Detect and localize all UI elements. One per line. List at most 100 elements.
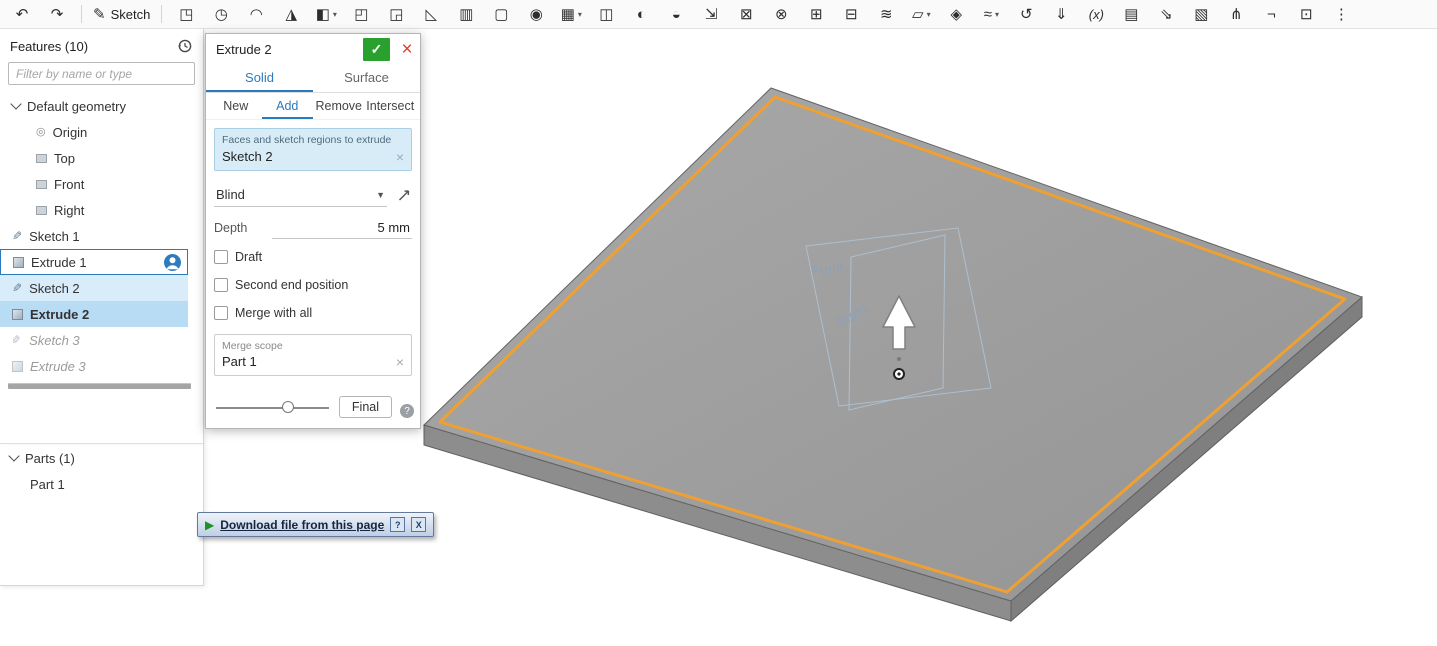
extrude-icon[interactable]: ◳ (170, 2, 202, 26)
banner-close-button[interactable]: X (411, 517, 427, 532)
linear-pattern-icon[interactable]: ▦ ▾ (555, 2, 587, 26)
dropdown-caret-icon[interactable]: ▾ (927, 10, 931, 19)
more-tools-icon[interactable]: ⋮ (1325, 2, 1357, 26)
dialog-titlebar[interactable]: Extrude 2 ✓ × (206, 34, 420, 64)
merge-scope-field[interactable]: Merge scope Part 1 × (214, 334, 412, 376)
slider-knob[interactable] (281, 401, 294, 413)
delete-part-icon: ⊠ (740, 5, 753, 23)
second-end-option[interactable]: Second end position (214, 275, 412, 295)
help-icon[interactable]: ? (400, 404, 414, 418)
variables-icon[interactable]: (x) (1080, 2, 1112, 26)
thicken-icon[interactable]: ◧ ▾ (310, 2, 342, 26)
tree-item-default-geometry[interactable]: Default geometry (0, 93, 188, 119)
mode-new[interactable]: New (210, 93, 262, 119)
depth-input[interactable]: 5 mm (272, 217, 412, 239)
draft-option[interactable]: Draft (214, 247, 412, 267)
undo-icon[interactable]: ↶ (6, 2, 38, 26)
revolve-icon[interactable]: ◷ (205, 2, 237, 26)
custom-feature-icon[interactable]: ⊡ (1290, 2, 1322, 26)
import-icon: ⇓ (1055, 5, 1068, 23)
sketch-button[interactable]: ✎ Sketch (90, 2, 153, 26)
mode-intersect[interactable]: Intersect (365, 93, 417, 119)
move-face-icon[interactable]: ⊞ (800, 2, 832, 26)
end-condition-dropdown[interactable]: Blind ▼ (214, 183, 387, 207)
tree-item-top-plane[interactable]: Top (0, 145, 188, 171)
dropdown-caret-icon[interactable]: ▾ (333, 10, 337, 19)
draft-checkbox[interactable] (214, 250, 228, 264)
curve-icon[interactable]: ≈ ▾ (975, 2, 1007, 26)
table-icon[interactable]: ▧ (1185, 2, 1217, 26)
dropdown-caret-icon[interactable]: ▾ (578, 10, 582, 19)
split-icon[interactable]: ◒ (660, 2, 692, 26)
faces-selection-field[interactable]: Faces and sketch regions to extrude Sket… (214, 128, 412, 171)
preview-slider[interactable] (214, 400, 331, 414)
second-end-checkbox[interactable] (214, 278, 228, 292)
download-banner[interactable]: ▶ Download file from this page ? X (197, 512, 435, 537)
offset-surface-icon[interactable]: ≋ (870, 2, 902, 26)
shell-icon: ▢ (494, 5, 509, 23)
tree-item-extrude-1[interactable]: Extrude 1 (0, 249, 188, 275)
merge-with-all-checkbox[interactable] (214, 306, 228, 320)
plane-icon: ▱ (912, 5, 924, 23)
chevron-down-icon[interactable] (8, 450, 20, 462)
mirror-icon[interactable]: ◫ (590, 2, 622, 26)
frame-icon[interactable]: ¬ (1255, 2, 1287, 26)
fillet-icon[interactable]: ◰ (345, 2, 377, 26)
filter-input[interactable] (8, 62, 195, 85)
features-panel: Features (10) Default geometry ◎ Origin … (0, 28, 204, 586)
flip-direction-icon[interactable] (396, 187, 412, 203)
flatten-icon[interactable]: ⇘ (1150, 2, 1182, 26)
slider-track[interactable] (216, 407, 329, 409)
merge-with-all-option[interactable]: Merge with all (214, 303, 412, 323)
remove-scope-icon[interactable]: × (396, 355, 404, 369)
mode-add[interactable]: Add (261, 93, 313, 119)
tree-item-sketch-1[interactable]: ✎ Sketch 1 (0, 223, 188, 249)
dropdown-caret-icon[interactable]: ▾ (995, 10, 999, 19)
tab-surface[interactable]: Surface (313, 64, 420, 92)
delete-part-icon[interactable]: ⊠ (730, 2, 762, 26)
plane-icon[interactable]: ▱ ▾ (905, 2, 937, 26)
loft-icon[interactable]: ◮ (275, 2, 307, 26)
rib-icon[interactable]: ▥ (450, 2, 482, 26)
tree-item-sketch-3[interactable]: ✎ Sketch 3 (0, 327, 188, 353)
manipulator-dot[interactable] (897, 357, 901, 361)
final-button[interactable]: Final (338, 396, 392, 418)
tree-item-sketch-2[interactable]: ✎ Sketch 2 (0, 275, 188, 301)
chevron-down-icon[interactable] (10, 98, 22, 110)
mode-remove[interactable]: Remove (313, 93, 365, 119)
tab-solid[interactable]: Solid (206, 64, 313, 92)
surface-icon[interactable]: ◈ (940, 2, 972, 26)
tree-item-label: Sketch 2 (29, 280, 80, 296)
delete-face-icon: ⊗ (775, 5, 788, 23)
download-banner-link[interactable]: Download file from this page (220, 518, 384, 532)
delete-face-icon[interactable]: ⊗ (765, 2, 797, 26)
accept-button[interactable]: ✓ (363, 37, 390, 61)
tree-item-origin[interactable]: ◎ Origin (0, 119, 188, 145)
hole-icon[interactable]: ◉ (520, 2, 552, 26)
shell-icon[interactable]: ▢ (485, 2, 517, 26)
history-icon[interactable] (177, 38, 193, 54)
tree-item-extrude-2[interactable]: Extrude 2 (0, 301, 188, 327)
transform-icon[interactable]: ⇲ (695, 2, 727, 26)
toolbar-divider (161, 5, 163, 23)
redo-icon[interactable]: ↷ (41, 2, 73, 26)
tree-item-right-plane[interactable]: Right (0, 197, 188, 223)
boolean-icon[interactable]: ◐ (625, 2, 657, 26)
helix-icon[interactable]: ↺ (1010, 2, 1042, 26)
remove-selection-icon[interactable]: × (396, 150, 404, 164)
draft-icon[interactable]: ◺ (415, 2, 447, 26)
tree-item-front-plane[interactable]: Front (0, 171, 188, 197)
banner-help-button[interactable]: ? (390, 517, 406, 532)
routing-icon[interactable]: ⋔ (1220, 2, 1252, 26)
import-icon[interactable]: ⇓ (1045, 2, 1077, 26)
cancel-button[interactable]: × (396, 38, 418, 61)
sheet-metal-icon[interactable]: ▤ (1115, 2, 1147, 26)
sweep-icon[interactable]: ◠ (240, 2, 272, 26)
parts-list-item[interactable]: Part 1 (0, 472, 203, 496)
replace-face-icon[interactable]: ⊟ (835, 2, 867, 26)
play-icon: ▶ (205, 517, 215, 532)
merge-scope-label: Merge scope (222, 340, 283, 352)
chamfer-icon[interactable]: ◲ (380, 2, 412, 26)
tree-item-extrude-3[interactable]: Extrude 3 (0, 353, 188, 379)
parts-section-header[interactable]: Parts (1) (0, 444, 203, 472)
